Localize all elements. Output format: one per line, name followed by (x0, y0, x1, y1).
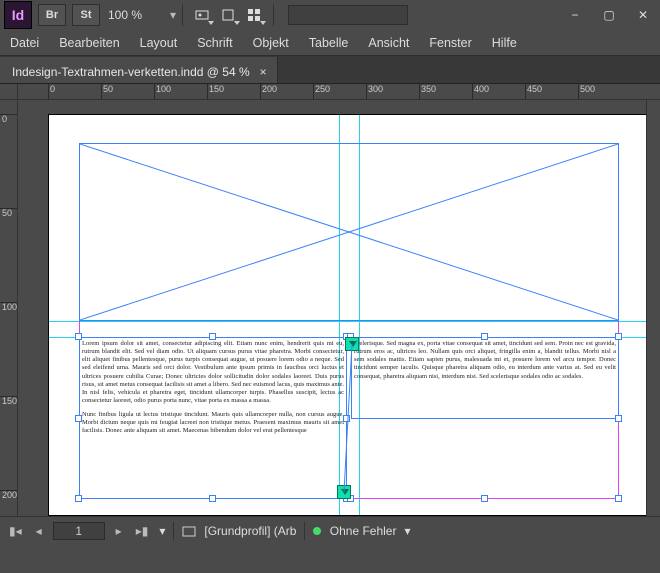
status-ok-icon (313, 527, 321, 535)
search-field[interactable] (288, 5, 408, 25)
document-tab-bar: Indesign-Textrahmen-verketten.indd @ 54 … (0, 56, 660, 84)
selection-handle[interactable] (75, 333, 82, 340)
arrange-button[interactable] (241, 4, 267, 26)
menu-file[interactable]: Datei (10, 36, 39, 50)
page[interactable]: Lorem ipsum dolor sit amet, consectetur … (48, 114, 648, 516)
ruler-origin[interactable] (0, 84, 18, 100)
preflight-profile[interactable]: [Grundprofil] (Arb (204, 524, 296, 538)
selection-handle[interactable] (75, 415, 82, 422)
text-frame-1[interactable]: Lorem ipsum dolor sit amet, consectetur … (79, 337, 347, 499)
ruler-horizontal[interactable]: 0 50 100 150 200 250 300 350 400 450 500 (18, 84, 660, 100)
body-text: scelerisque. Sed magna ex, porta vitae c… (354, 340, 616, 381)
separator (304, 522, 305, 540)
menu-help[interactable]: Hilfe (492, 36, 517, 50)
document-canvas[interactable]: Lorem ipsum dolor sit amet, consectetur … (18, 100, 660, 516)
body-text: Lorem ipsum dolor sit amet, consectetur … (82, 340, 344, 405)
view-options-button[interactable] (189, 4, 215, 26)
preflight-folder-icon (182, 524, 196, 538)
placeholder-x-icon (80, 144, 618, 320)
selection-handle[interactable] (615, 415, 622, 422)
menu-window[interactable]: Fenster (429, 36, 471, 50)
chevron-down-icon[interactable]: ▾ (159, 524, 165, 538)
separator (173, 522, 174, 540)
image-frame[interactable] (79, 143, 619, 321)
stock-button[interactable]: St (72, 4, 100, 26)
selection-handle[interactable] (615, 495, 622, 502)
text-thread-out-port[interactable] (337, 485, 351, 499)
text-frame-2[interactable]: scelerisque. Sed magna ex, porta vitae c… (351, 337, 619, 419)
menu-edit[interactable]: Bearbeiten (59, 36, 119, 50)
document-tab[interactable]: Indesign-Textrahmen-verketten.indd @ 54 … (0, 57, 278, 83)
last-page-button[interactable]: ▸▮ (133, 524, 152, 538)
menu-table[interactable]: Tabelle (309, 36, 349, 50)
status-bar: ▮◂ ◂ 1 ▸ ▸▮ ▾ [Grundprofil] (Arb Ohne Fe… (0, 516, 660, 545)
bridge-button[interactable]: Br (38, 4, 66, 26)
preflight-status[interactable]: Ohne Fehler (313, 524, 396, 538)
close-tab-icon[interactable]: × (260, 65, 267, 79)
chevron-down-icon[interactable]: ▾ (170, 8, 176, 22)
selection-handle[interactable] (481, 333, 488, 340)
body-text: Nunc finibus ligula ut lectus tristique … (82, 411, 344, 435)
screen-icon (221, 8, 235, 22)
menu-object[interactable]: Objekt (253, 36, 289, 50)
menu-view[interactable]: Ansicht (368, 36, 409, 50)
prev-page-button[interactable]: ◂ (33, 524, 45, 538)
selection-handle[interactable] (209, 333, 216, 340)
selection-handle[interactable] (615, 333, 622, 340)
zoom-level-field[interactable]: 100 % (108, 8, 168, 22)
close-button[interactable]: ✕ (626, 3, 660, 27)
text-thread-in-port[interactable] (345, 337, 359, 351)
selection-handle[interactable] (481, 495, 488, 502)
chevron-down-icon[interactable]: ▾ (404, 524, 410, 538)
selection-handle[interactable] (209, 495, 216, 502)
screen-mode-button[interactable] (215, 4, 241, 26)
view-icon (195, 8, 209, 22)
work-area: 0 50 100 150 200 250 300 350 400 450 500… (0, 84, 660, 516)
maximize-button[interactable]: ▢ (592, 3, 626, 27)
selection-handle[interactable] (75, 495, 82, 502)
menu-type[interactable]: Schrift (197, 36, 232, 50)
separator (182, 4, 183, 26)
scrollbar-vertical[interactable] (646, 100, 660, 516)
page-number-field[interactable]: 1 (53, 522, 105, 540)
grid-icon (247, 8, 261, 22)
separator (273, 4, 274, 26)
ruler-vertical[interactable]: 0 50 100 150 200 (0, 100, 18, 516)
document-tab-title: Indesign-Textrahmen-verketten.indd @ 54 … (12, 65, 250, 79)
app-logo-id: Id (4, 1, 32, 29)
minimize-button[interactable]: − (558, 3, 592, 27)
selection-handle[interactable] (343, 415, 350, 422)
preflight-status-text: Ohne Fehler (330, 524, 397, 538)
main-menu: Datei Bearbeiten Layout Schrift Objekt T… (0, 30, 660, 56)
first-page-button[interactable]: ▮◂ (6, 524, 25, 538)
titlebar: Id Br St 100 % ▾ − ▢ ✕ (0, 0, 660, 30)
next-page-button[interactable]: ▸ (113, 524, 125, 538)
menu-layout[interactable]: Layout (140, 36, 178, 50)
